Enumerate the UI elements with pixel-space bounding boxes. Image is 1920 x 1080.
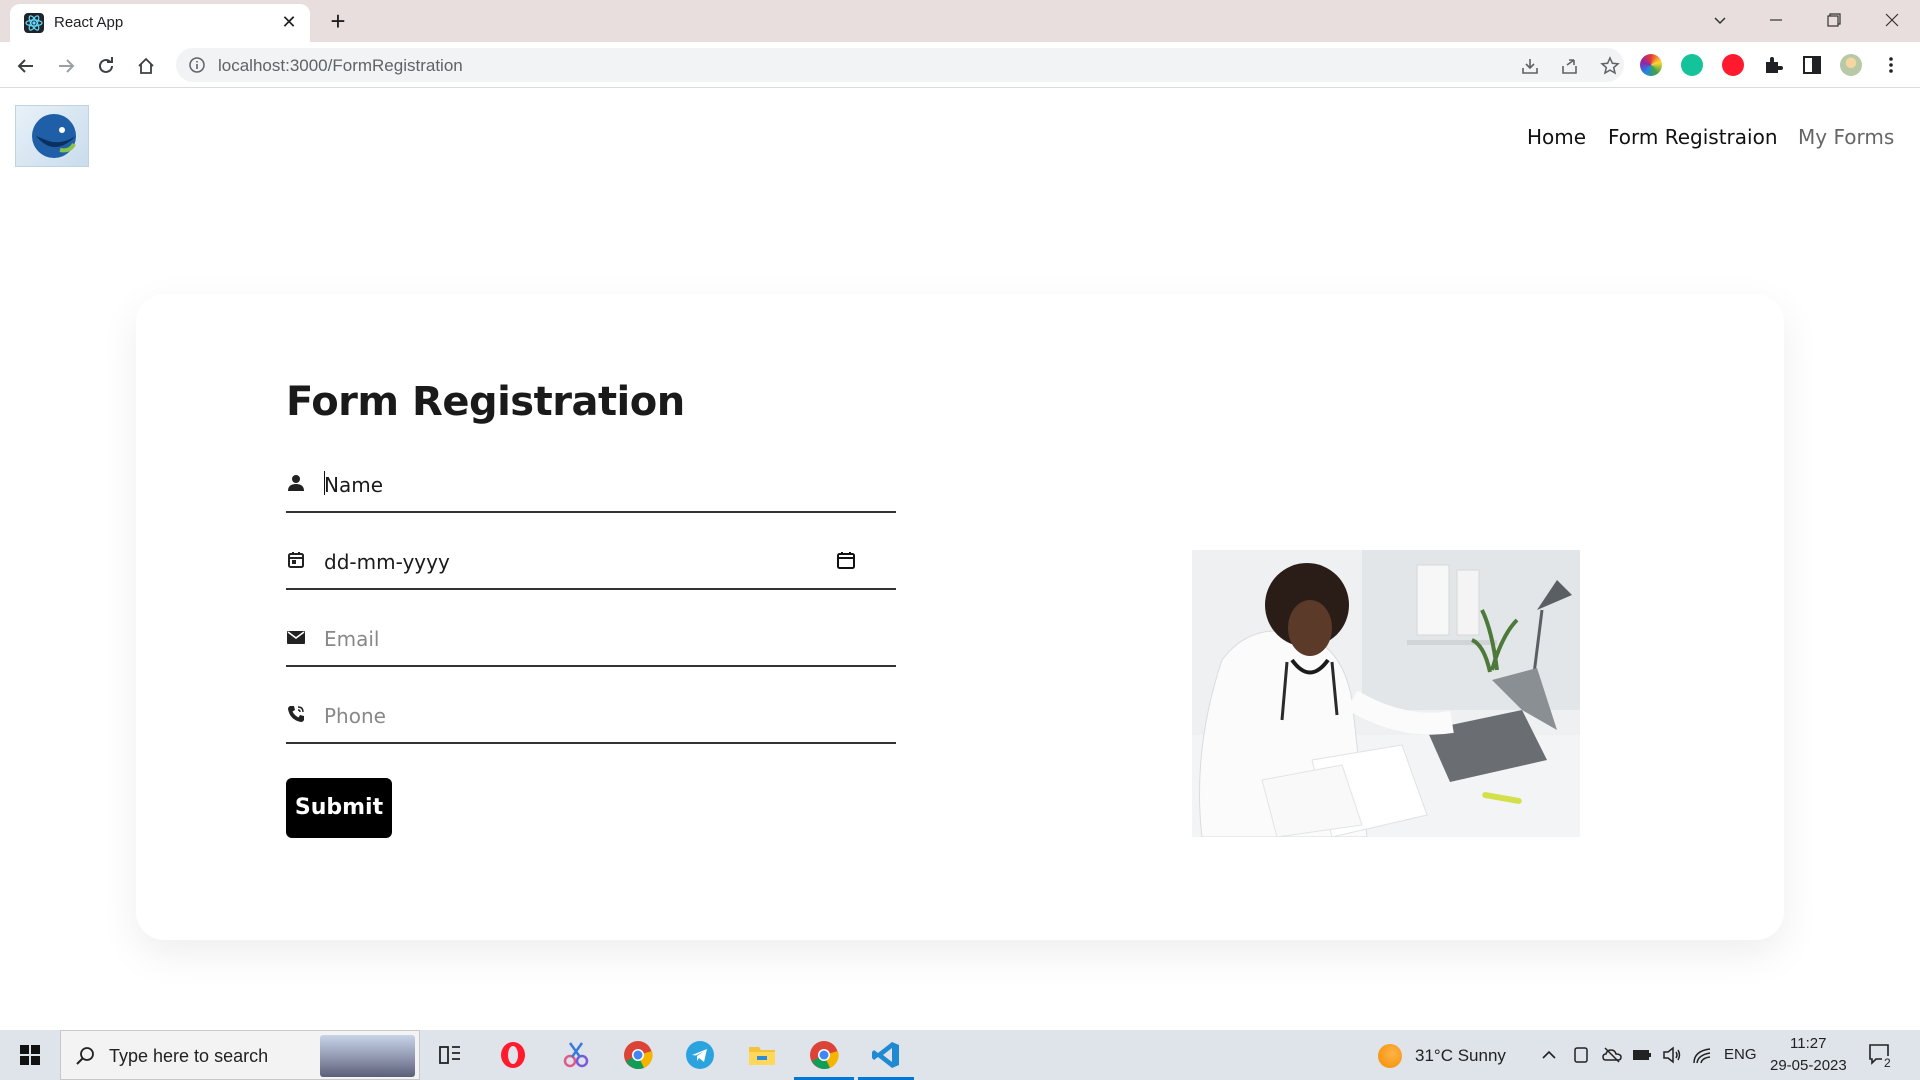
reload-icon[interactable] xyxy=(88,48,124,84)
clock-date[interactable]: 29-05-2023 xyxy=(1770,1057,1847,1074)
chrome-active-app-icon[interactable] xyxy=(808,1039,840,1071)
profile-avatar[interactable] xyxy=(1840,54,1862,76)
snipping-tool-icon[interactable] xyxy=(560,1039,592,1071)
volume-icon[interactable] xyxy=(1662,1045,1682,1065)
person-icon xyxy=(286,473,306,493)
sidepanel-icon[interactable] xyxy=(1801,54,1823,76)
install-icon[interactable] xyxy=(1520,56,1540,76)
calendar-icon xyxy=(286,550,306,570)
notification-count: 2 xyxy=(1882,1056,1893,1070)
tab-title: React App xyxy=(54,14,124,31)
weather-text[interactable]: 31°C Sunny xyxy=(1415,1046,1506,1066)
email-field[interactable]: Email xyxy=(286,615,896,667)
onedrive-icon[interactable] xyxy=(1602,1046,1622,1064)
address-bar[interactable]: localhost:3000/FormRegistration xyxy=(176,48,1624,82)
close-window-icon[interactable] xyxy=(1864,0,1920,40)
chevron-up-icon[interactable] xyxy=(1540,1046,1558,1064)
menu-icon[interactable] xyxy=(1880,54,1902,76)
search-highlight-image xyxy=(320,1035,415,1077)
browser-tab-strip: React App ✕ + xyxy=(0,0,1920,42)
vscode-app-icon[interactable] xyxy=(870,1039,902,1071)
name-input[interactable]: Name xyxy=(324,473,383,497)
browser-toolbar: localhost:3000/FormRegistration xyxy=(0,42,1920,88)
share-icon[interactable] xyxy=(1560,56,1580,76)
url-text: localhost:3000/FormRegistration xyxy=(218,56,463,75)
grammarly-extension-icon[interactable] xyxy=(1681,54,1703,76)
home-icon[interactable] xyxy=(128,48,164,84)
dob-field[interactable]: dd-mm-yyyy xyxy=(286,538,896,590)
battery-icon[interactable] xyxy=(1632,1047,1652,1063)
name-field[interactable]: Name xyxy=(286,461,896,513)
tab-search-chevron-icon[interactable] xyxy=(1692,0,1748,40)
star-icon[interactable] xyxy=(1600,56,1620,76)
search-icon xyxy=(75,1045,97,1067)
date-picker-icon[interactable] xyxy=(836,550,856,570)
opera-extension-icon[interactable] xyxy=(1722,54,1744,76)
react-icon xyxy=(24,13,44,33)
restore-icon[interactable] xyxy=(1806,0,1862,40)
mail-icon xyxy=(286,627,306,647)
email-input[interactable]: Email xyxy=(324,627,380,651)
opera-app-icon[interactable] xyxy=(497,1039,529,1071)
clock-time[interactable]: 11:27 xyxy=(1790,1035,1826,1052)
nav-home[interactable]: Home xyxy=(1527,125,1586,149)
tab-react-app[interactable]: React App ✕ xyxy=(10,4,310,42)
phone-icon xyxy=(286,704,306,724)
task-view-icon[interactable] xyxy=(434,1039,466,1071)
form-title: Form Registration xyxy=(286,379,685,425)
wifi-icon[interactable] xyxy=(1692,1045,1712,1065)
nav-my-forms[interactable]: My Forms xyxy=(1798,125,1894,149)
chrome-app-icon[interactable] xyxy=(622,1039,654,1071)
taskbar-search-placeholder: Type here to search xyxy=(109,1046,269,1066)
taskbar-search-box[interactable]: Type here to search xyxy=(60,1030,420,1080)
file-explorer-icon[interactable] xyxy=(746,1039,778,1071)
back-icon[interactable] xyxy=(8,48,44,84)
forward-icon[interactable] xyxy=(48,48,84,84)
windows-taskbar: Type here to search 31°C Sunny ENG 11:27… xyxy=(0,1030,1920,1080)
registration-card: Form Registration Name dd-mm-yyyy Email xyxy=(136,294,1784,940)
submit-button[interactable]: Submit xyxy=(286,778,392,838)
telegram-app-icon[interactable] xyxy=(684,1039,716,1071)
nav-form-registration[interactable]: Form Registraion xyxy=(1608,125,1778,149)
puzzle-icon[interactable] xyxy=(1762,54,1784,76)
language-indicator[interactable]: ENG xyxy=(1724,1046,1757,1063)
doctor-photo xyxy=(1192,550,1580,837)
weather-icon[interactable] xyxy=(1378,1044,1402,1068)
phone-input[interactable]: Phone xyxy=(324,704,386,728)
windows-icon[interactable] xyxy=(14,1039,46,1071)
page-content: Home Form Registraion My Forms Form Regi… xyxy=(0,89,1920,1029)
dob-input[interactable]: dd-mm-yyyy xyxy=(324,550,450,574)
new-tab-button[interactable]: + xyxy=(324,8,352,36)
device-icon[interactable] xyxy=(1572,1046,1590,1064)
phone-field[interactable]: Phone xyxy=(286,692,896,744)
info-icon[interactable] xyxy=(188,56,206,74)
color-picker-extension-icon[interactable] xyxy=(1640,54,1662,76)
minimize-icon[interactable] xyxy=(1748,0,1804,40)
site-logo[interactable] xyxy=(15,105,89,167)
close-tab-icon[interactable]: ✕ xyxy=(278,11,300,33)
